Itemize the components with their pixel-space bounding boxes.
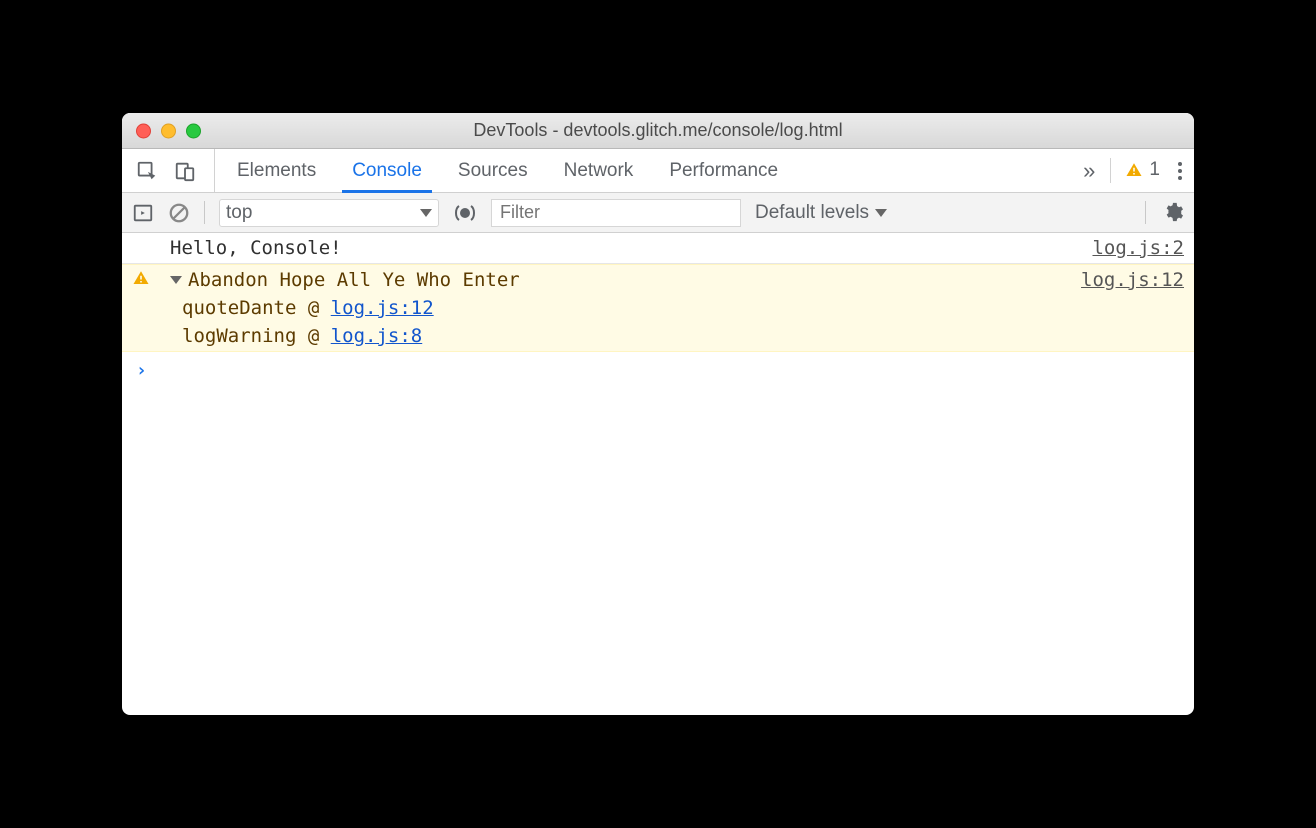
zoom-window-button[interactable] <box>186 123 201 138</box>
warnings-indicator[interactable]: 1 <box>1110 158 1160 184</box>
tabs-overflow-button[interactable]: » <box>1083 158 1096 184</box>
inspect-element-icon[interactable] <box>136 160 158 182</box>
warnings-count: 1 <box>1149 159 1160 181</box>
warning-icon <box>1125 161 1143 179</box>
execution-context-select[interactable]: top <box>219 199 439 227</box>
stack-frame: logWarning @ log.js:8 <box>170 325 1184 347</box>
separator <box>204 201 205 224</box>
stack-source-link[interactable]: log.js:8 <box>331 325 423 347</box>
panel-tabs: Elements Console Sources Network Perform… <box>219 149 796 192</box>
minimize-window-button[interactable] <box>161 123 176 138</box>
console-filter-bar: top Default levels <box>122 193 1194 233</box>
log-gutter <box>132 269 170 287</box>
window-title: DevTools - devtools.glitch.me/console/lo… <box>122 120 1194 141</box>
disclosure-toggle[interactable] <box>170 276 182 284</box>
levels-label: Default levels <box>755 202 869 224</box>
device-toolbar-icon[interactable] <box>174 160 196 182</box>
source-link[interactable]: log.js:2 <box>1092 237 1184 259</box>
log-message: Abandon Hope All Ye Who Enter <box>188 269 1081 291</box>
console-prompt[interactable]: › <box>122 352 1194 389</box>
log-levels-select[interactable]: Default levels <box>755 202 887 224</box>
warning-entry: Abandon Hope All Ye Who Enter log.js:12 … <box>122 264 1194 352</box>
stack-function: logWarning <box>182 325 296 347</box>
console-settings-button[interactable] <box>1145 201 1184 224</box>
devtools-window: DevTools - devtools.glitch.me/console/lo… <box>122 113 1194 715</box>
tab-elements[interactable]: Elements <box>219 149 334 192</box>
gear-icon <box>1162 201 1184 223</box>
filter-input[interactable] <box>491 199 741 227</box>
prompt-chevron-icon: › <box>136 360 147 381</box>
toolbar-left-icons <box>136 149 215 192</box>
more-options-button[interactable] <box>1174 158 1186 184</box>
stack-function: quoteDante <box>182 297 296 319</box>
toggle-sidebar-icon[interactable] <box>132 202 154 224</box>
live-expression-icon[interactable] <box>453 201 477 225</box>
toolbar-right: » 1 <box>1073 149 1186 192</box>
warning-icon <box>132 269 150 287</box>
log-entry: Hello, Console! log.js:2 <box>122 233 1194 264</box>
main-toolbar: Elements Console Sources Network Perform… <box>122 149 1194 193</box>
clear-console-icon[interactable] <box>168 202 190 224</box>
close-window-button[interactable] <box>136 123 151 138</box>
stack-frame: quoteDante @ log.js:12 <box>170 297 1184 319</box>
log-message: Hello, Console! <box>170 237 1092 259</box>
tab-network[interactable]: Network <box>546 149 652 192</box>
chevron-down-icon <box>875 209 887 217</box>
tab-performance[interactable]: Performance <box>651 149 796 192</box>
window-controls <box>136 123 201 138</box>
context-label: top <box>226 202 252 224</box>
tab-console[interactable]: Console <box>334 149 440 192</box>
tab-sources[interactable]: Sources <box>440 149 546 192</box>
console-output: Hello, Console! log.js:2 Abandon Hope Al… <box>122 233 1194 715</box>
chevron-down-icon <box>420 209 432 217</box>
stack-source-link[interactable]: log.js:12 <box>331 297 434 319</box>
source-link[interactable]: log.js:12 <box>1081 269 1184 291</box>
titlebar: DevTools - devtools.glitch.me/console/lo… <box>122 113 1194 149</box>
